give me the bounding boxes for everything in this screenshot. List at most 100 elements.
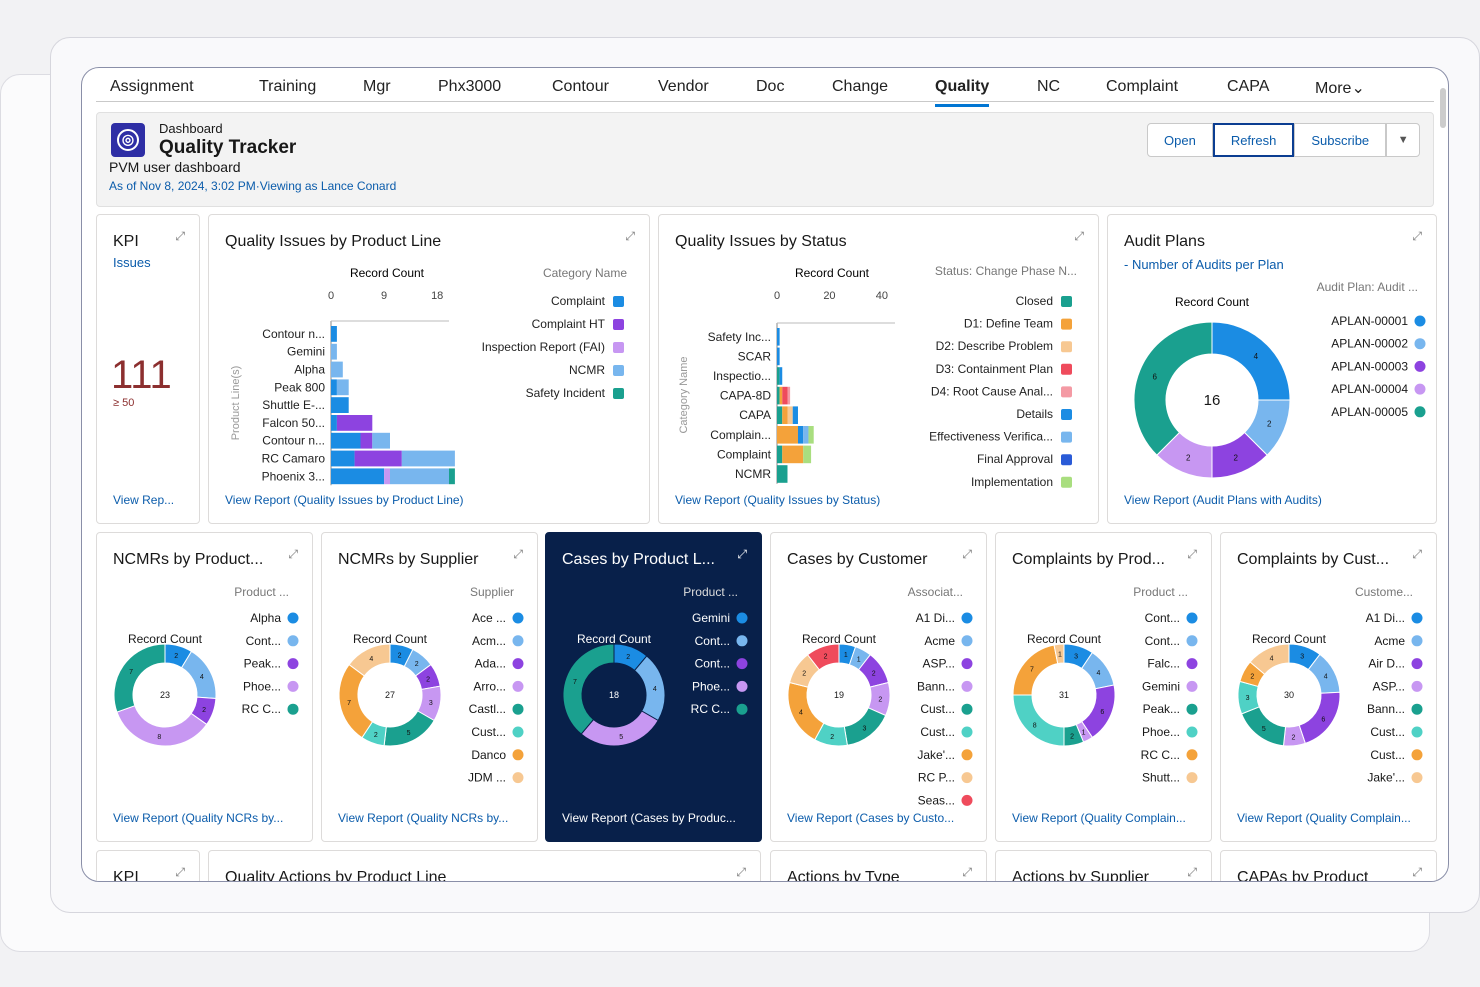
view-report-link[interactable]: View Report (Quality NCRs by... (338, 811, 508, 825)
chevron-down-icon[interactable]: ▼ (1386, 123, 1421, 157)
bar-segment[interactable] (331, 415, 337, 431)
tab-contour[interactable]: Contour (552, 78, 609, 96)
bar-segment[interactable] (331, 450, 355, 467)
bar-segment[interactable] (384, 468, 390, 485)
bar-segment[interactable] (782, 445, 804, 464)
bar-segment[interactable] (336, 379, 349, 396)
donut-slice[interactable] (383, 710, 435, 747)
bar-segment[interactable] (787, 406, 793, 424)
bar-segment[interactable] (779, 367, 783, 385)
bar-segment[interactable] (803, 445, 812, 464)
refresh-button[interactable]: Refresh (1212, 123, 1295, 157)
expand-icon[interactable]: ⤢ (175, 865, 185, 880)
bar-segment[interactable] (777, 347, 780, 366)
bar-segment[interactable] (331, 397, 349, 413)
bar-segment[interactable] (777, 445, 783, 464)
donut-slice[interactable] (338, 663, 374, 739)
kpi-subtitle[interactable]: Issues (113, 255, 151, 270)
view-report-link[interactable]: View Report (Quality Issues by Product L… (225, 493, 464, 507)
bar-segment[interactable] (777, 465, 788, 483)
bar-segment[interactable] (792, 406, 798, 424)
open-button[interactable]: Open (1147, 123, 1213, 157)
bar-segment[interactable] (782, 406, 788, 424)
tab-nc[interactable]: NC (1037, 78, 1060, 96)
bar-segment[interactable] (797, 426, 804, 444)
expand-icon[interactable]: ⤢ (1412, 547, 1422, 562)
legend-swatch (961, 726, 973, 738)
tab-training[interactable]: Training (259, 78, 316, 96)
bar-segment[interactable] (779, 386, 783, 405)
tab-quality[interactable]: Quality (935, 78, 990, 107)
bar-segment[interactable] (808, 426, 814, 444)
view-report-link[interactable]: View Report (Quality NCRs by... (113, 811, 283, 825)
donut-slice[interactable] (787, 681, 825, 741)
view-report-link[interactable]: View Report (Cases by Custo... (787, 811, 954, 825)
donut-slice[interactable] (1133, 321, 1213, 456)
expand-icon[interactable]: ⤢ (1187, 547, 1197, 562)
view-report-link[interactable]: View Report (Cases by Produc... (562, 811, 736, 825)
expand-icon[interactable]: ⤢ (1187, 865, 1197, 880)
bar-segment[interactable] (331, 361, 343, 378)
expand-icon[interactable]: ⤢ (962, 547, 972, 562)
bar-segment[interactable] (777, 426, 798, 444)
donut-slice[interactable] (1298, 691, 1341, 744)
bar-segment[interactable] (390, 468, 449, 485)
bar-segment[interactable] (777, 386, 780, 405)
expand-icon[interactable]: ⤢ (1412, 229, 1422, 244)
tab-capa[interactable]: CAPA (1227, 78, 1269, 96)
donut-slice[interactable] (113, 643, 166, 713)
view-report-link[interactable]: View Report (Audit Plans with Audits) (1124, 493, 1322, 507)
bar-segment[interactable] (331, 326, 337, 342)
bar-segment[interactable] (331, 468, 385, 485)
scrollbar[interactable] (1440, 88, 1446, 128)
view-report-link[interactable]: View Rep... (113, 493, 174, 507)
donut-slice[interactable] (633, 655, 666, 722)
bar-segment[interactable] (372, 432, 390, 449)
expand-icon[interactable]: ⤢ (513, 547, 523, 562)
view-report-link[interactable]: View Report (Quality Issues by Status) (675, 493, 880, 507)
tab-complaint[interactable]: Complaint (1106, 78, 1178, 96)
bar-segment[interactable] (787, 386, 791, 405)
bar-segment[interactable] (777, 328, 780, 346)
card-subtitle[interactable]: - Number of Audits per Plan (1124, 257, 1284, 272)
tab-change[interactable]: Change (832, 78, 888, 96)
donut-slice[interactable] (1012, 694, 1065, 747)
bar-segment[interactable] (782, 386, 788, 405)
donut-slice[interactable] (562, 643, 615, 735)
bar-segment[interactable] (401, 450, 455, 467)
bar-segment[interactable] (777, 367, 780, 385)
donut-slice[interactable] (1012, 644, 1059, 696)
tab-assignment[interactable]: Assignment (110, 78, 194, 96)
legend-label: APLAN-00002 (1331, 337, 1408, 351)
bar-segment[interactable] (331, 432, 361, 449)
expand-icon[interactable]: ⤢ (1074, 229, 1084, 244)
bar-segment[interactable] (449, 468, 455, 485)
tab-mgr[interactable]: Mgr (363, 78, 391, 96)
tab-vendor[interactable]: Vendor (658, 78, 709, 96)
expand-icon[interactable]: ⤢ (1412, 865, 1422, 880)
bar-segment[interactable] (360, 432, 373, 449)
bar-segment[interactable] (777, 406, 783, 424)
expand-icon[interactable]: ⤢ (737, 547, 747, 562)
expand-icon[interactable]: ⤢ (962, 865, 972, 880)
donut-slice[interactable] (1211, 321, 1291, 401)
bar-segment[interactable] (331, 379, 337, 396)
bar-segment[interactable] (803, 426, 809, 444)
card-title: NCMRs by Supplier (338, 551, 479, 568)
view-report-link[interactable]: View Report (Quality Complain... (1012, 811, 1186, 825)
slice-value-label: 2 (426, 677, 430, 684)
expand-icon[interactable]: ⤢ (175, 229, 185, 244)
expand-icon[interactable]: ⤢ (736, 865, 746, 880)
tab-phx3000[interactable]: Phx3000 (438, 78, 501, 96)
donut-chart: Record CountProduct ...3461287131Cont...… (1012, 585, 1198, 785)
view-report-link[interactable]: View Report (Quality Complain... (1237, 811, 1411, 825)
bar-segment[interactable] (331, 343, 337, 360)
tab-more[interactable]: More⌄ (1315, 78, 1365, 98)
bar-segment[interactable] (354, 450, 402, 467)
expand-icon[interactable]: ⤢ (625, 229, 635, 244)
expand-icon[interactable]: ⤢ (288, 547, 298, 562)
subscribe-button[interactable]: Subscribe (1294, 123, 1387, 157)
tab-doc[interactable]: Doc (756, 78, 784, 96)
donut-slice[interactable] (180, 650, 217, 700)
bar-segment[interactable] (336, 415, 373, 431)
